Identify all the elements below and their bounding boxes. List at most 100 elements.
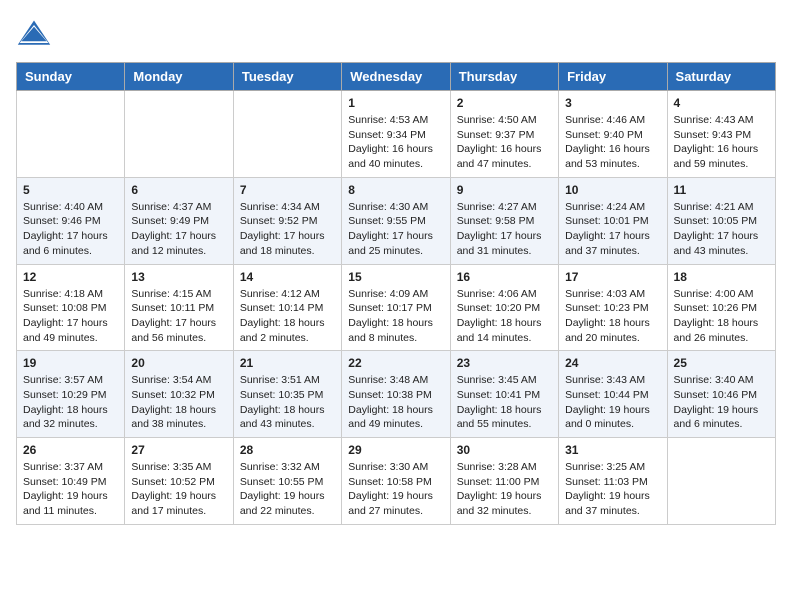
day-number: 15 [348, 270, 443, 284]
calendar-cell: 29 Sunrise: 3:30 AM Sunset: 10:58 PM Dayl… [342, 438, 450, 525]
day-number: 16 [457, 270, 552, 284]
calendar-cell: 4 Sunrise: 4:43 AM Sunset: 9:43 PM Daylig… [667, 91, 775, 178]
calendar-week-row: 5 Sunrise: 4:40 AM Sunset: 9:46 PM Daylig… [17, 177, 776, 264]
day-info: Sunrise: 4:03 AM Sunset: 10:23 PM Daylig… [565, 287, 660, 346]
day-number: 9 [457, 183, 552, 197]
day-info: Sunrise: 3:30 AM Sunset: 10:58 PM Daylig… [348, 460, 443, 519]
day-number: 29 [348, 443, 443, 457]
day-number: 28 [240, 443, 335, 457]
calendar-table: SundayMondayTuesdayWednesdayThursdayFrid… [16, 62, 776, 525]
column-header-tuesday: Tuesday [233, 63, 341, 91]
calendar-cell: 22Sunrise: 3:48 AM Sunset: 10:38 PM Dayl… [342, 351, 450, 438]
calendar-cell: 28 Sunrise: 3:32 AM Sunset: 10:55 PM Dayl… [233, 438, 341, 525]
calendar-week-row: 19 Sunrise: 3:57 AM Sunset: 10:29 PM Dayl… [17, 351, 776, 438]
calendar-cell: 30 Sunrise: 3:28 AM Sunset: 11:00 PM Dayl… [450, 438, 558, 525]
day-number: 8 [348, 183, 443, 197]
calendar-cell: 10 Sunrise: 4:24 AM Sunset: 10:01 PM Dayl… [559, 177, 667, 264]
calendar-cell: 25 Sunrise: 3:40 AM Sunset: 10:46 PM Dayl… [667, 351, 775, 438]
calendar-week-row: 26 Sunrise: 3:37 AM Sunset: 10:49 PM Dayl… [17, 438, 776, 525]
logo-icon [16, 16, 52, 52]
day-info: Sunrise: 4:34 AM Sunset: 9:52 PM Dayligh… [240, 200, 335, 259]
calendar-cell: 2 Sunrise: 4:50 AM Sunset: 9:37 PM Daylig… [450, 91, 558, 178]
calendar-cell: 21 Sunrise: 3:51 AM Sunset: 10:35 PM Dayl… [233, 351, 341, 438]
day-number: 12 [23, 270, 118, 284]
day-number: 4 [674, 96, 769, 110]
day-info: Sunrise: 3:25 AM Sunset: 11:03 PM Daylig… [565, 460, 660, 519]
page-header [16, 16, 776, 52]
calendar-cell: 18Sunrise: 4:00 AM Sunset: 10:26 PM Dayl… [667, 264, 775, 351]
day-number: 21 [240, 356, 335, 370]
calendar-cell: 27 Sunrise: 3:35 AM Sunset: 10:52 PM Dayl… [125, 438, 233, 525]
calendar-cell: 8 Sunrise: 4:30 AM Sunset: 9:55 PM Daylig… [342, 177, 450, 264]
day-info: Sunrise: 4:27 AM Sunset: 9:58 PM Dayligh… [457, 200, 552, 259]
day-info: Sunrise: 3:51 AM Sunset: 10:35 PM Daylig… [240, 373, 335, 432]
day-info: Sunrise: 4:09 AM Sunset: 10:17 PM Daylig… [348, 287, 443, 346]
calendar-cell: 6Sunrise: 4:37 AM Sunset: 9:49 PM Daylig… [125, 177, 233, 264]
day-number: 25 [674, 356, 769, 370]
calendar-cell [667, 438, 775, 525]
day-info: Sunrise: 4:12 AM Sunset: 10:14 PM Daylig… [240, 287, 335, 346]
column-header-saturday: Saturday [667, 63, 775, 91]
column-header-wednesday: Wednesday [342, 63, 450, 91]
day-info: Sunrise: 3:54 AM Sunset: 10:32 PM Daylig… [131, 373, 226, 432]
day-info: Sunrise: 4:46 AM Sunset: 9:40 PM Dayligh… [565, 113, 660, 172]
day-info: Sunrise: 4:24 AM Sunset: 10:01 PM Daylig… [565, 200, 660, 259]
calendar-cell: 31 Sunrise: 3:25 AM Sunset: 11:03 PM Dayl… [559, 438, 667, 525]
day-number: 30 [457, 443, 552, 457]
calendar-cell: 14 Sunrise: 4:12 AM Sunset: 10:14 PM Dayl… [233, 264, 341, 351]
day-info: Sunrise: 4:53 AM Sunset: 9:34 PM Dayligh… [348, 113, 443, 172]
calendar-cell: 12 Sunrise: 4:18 AM Sunset: 10:08 PM Dayl… [17, 264, 125, 351]
day-info: Sunrise: 4:40 AM Sunset: 9:46 PM Dayligh… [23, 200, 118, 259]
day-number: 19 [23, 356, 118, 370]
day-info: Sunrise: 3:40 AM Sunset: 10:46 PM Daylig… [674, 373, 769, 432]
calendar-cell: 20 Sunrise: 3:54 AM Sunset: 10:32 PM Dayl… [125, 351, 233, 438]
day-number: 11 [674, 183, 769, 197]
calendar-cell: 19 Sunrise: 3:57 AM Sunset: 10:29 PM Dayl… [17, 351, 125, 438]
day-info: Sunrise: 3:28 AM Sunset: 11:00 PM Daylig… [457, 460, 552, 519]
day-info: Sunrise: 4:43 AM Sunset: 9:43 PM Dayligh… [674, 113, 769, 172]
day-info: Sunrise: 3:43 AM Sunset: 10:44 PM Daylig… [565, 373, 660, 432]
column-header-monday: Monday [125, 63, 233, 91]
day-number: 31 [565, 443, 660, 457]
day-number: 26 [23, 443, 118, 457]
calendar-cell [17, 91, 125, 178]
day-info: Sunrise: 3:32 AM Sunset: 10:55 PM Daylig… [240, 460, 335, 519]
day-info: Sunrise: 3:48 AM Sunset: 10:38 PM Daylig… [348, 373, 443, 432]
calendar-cell: 23 Sunrise: 3:45 AM Sunset: 10:41 PM Dayl… [450, 351, 558, 438]
day-info: Sunrise: 4:37 AM Sunset: 9:49 PM Dayligh… [131, 200, 226, 259]
calendar-cell: 15 Sunrise: 4:09 AM Sunset: 10:17 PM Dayl… [342, 264, 450, 351]
calendar-cell: 7 Sunrise: 4:34 AM Sunset: 9:52 PM Daylig… [233, 177, 341, 264]
day-number: 1 [348, 96, 443, 110]
calendar-header-row: SundayMondayTuesdayWednesdayThursdayFrid… [17, 63, 776, 91]
logo [16, 16, 56, 52]
day-info: Sunrise: 4:50 AM Sunset: 9:37 PM Dayligh… [457, 113, 552, 172]
day-number: 23 [457, 356, 552, 370]
day-number: 13 [131, 270, 226, 284]
day-info: Sunrise: 3:37 AM Sunset: 10:49 PM Daylig… [23, 460, 118, 519]
day-info: Sunrise: 4:00 AM Sunset: 10:26 PM Daylig… [674, 287, 769, 346]
calendar-cell: 26 Sunrise: 3:37 AM Sunset: 10:49 PM Dayl… [17, 438, 125, 525]
day-number: 2 [457, 96, 552, 110]
day-number: 27 [131, 443, 226, 457]
day-number: 7 [240, 183, 335, 197]
day-number: 14 [240, 270, 335, 284]
day-info: Sunrise: 3:45 AM Sunset: 10:41 PM Daylig… [457, 373, 552, 432]
calendar-cell: 24Sunrise: 3:43 AM Sunset: 10:44 PM Dayl… [559, 351, 667, 438]
calendar-week-row: 1 Sunrise: 4:53 AM Sunset: 9:34 PM Daylig… [17, 91, 776, 178]
day-number: 17 [565, 270, 660, 284]
day-info: Sunrise: 4:18 AM Sunset: 10:08 PM Daylig… [23, 287, 118, 346]
day-info: Sunrise: 3:57 AM Sunset: 10:29 PM Daylig… [23, 373, 118, 432]
calendar-cell: 3Sunrise: 4:46 AM Sunset: 9:40 PM Daylig… [559, 91, 667, 178]
day-number: 10 [565, 183, 660, 197]
day-number: 5 [23, 183, 118, 197]
day-info: Sunrise: 4:21 AM Sunset: 10:05 PM Daylig… [674, 200, 769, 259]
day-info: Sunrise: 3:35 AM Sunset: 10:52 PM Daylig… [131, 460, 226, 519]
calendar-cell: 16Sunrise: 4:06 AM Sunset: 10:20 PM Dayl… [450, 264, 558, 351]
column-header-friday: Friday [559, 63, 667, 91]
column-header-sunday: Sunday [17, 63, 125, 91]
calendar-cell: 1 Sunrise: 4:53 AM Sunset: 9:34 PM Daylig… [342, 91, 450, 178]
day-info: Sunrise: 4:30 AM Sunset: 9:55 PM Dayligh… [348, 200, 443, 259]
calendar-cell: 11 Sunrise: 4:21 AM Sunset: 10:05 PM Dayl… [667, 177, 775, 264]
day-number: 20 [131, 356, 226, 370]
calendar-cell: 9 Sunrise: 4:27 AM Sunset: 9:58 PM Daylig… [450, 177, 558, 264]
